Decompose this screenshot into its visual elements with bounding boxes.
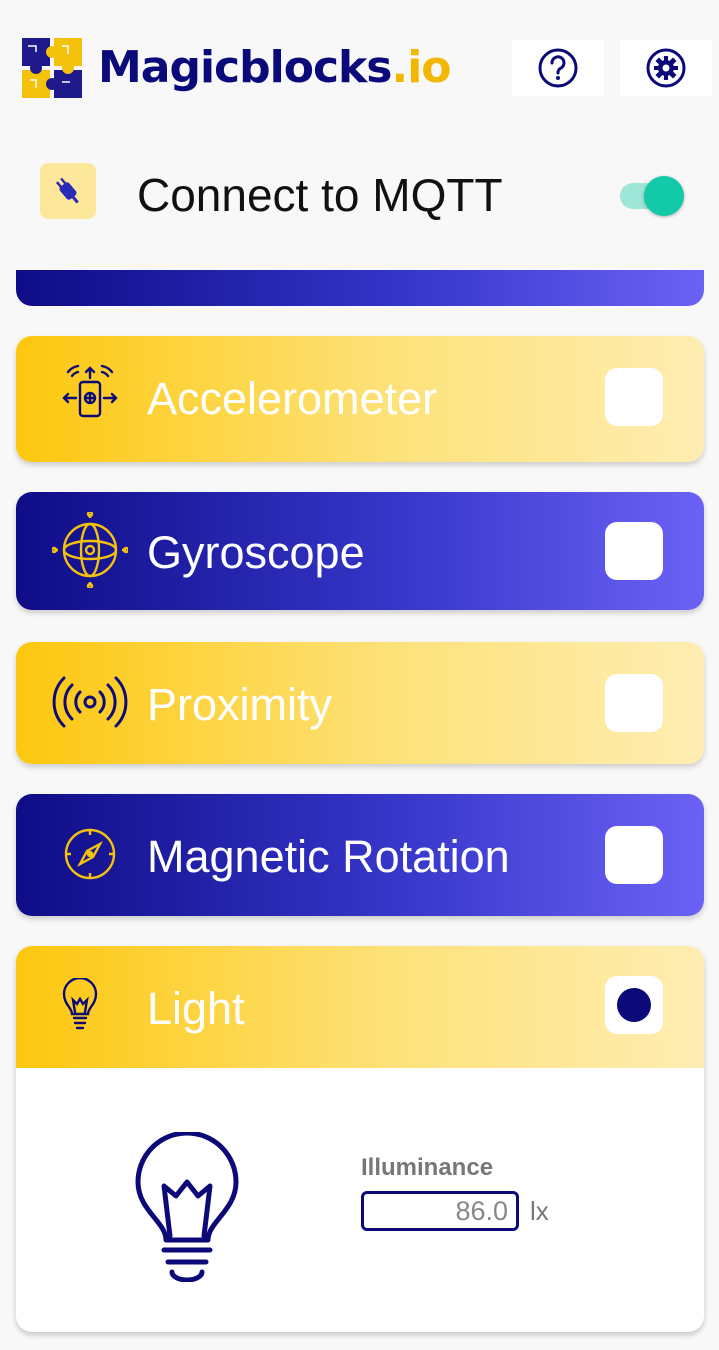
compass-icon: [50, 818, 130, 890]
help-button[interactable]: [512, 40, 604, 96]
gear-icon: [646, 48, 686, 88]
sensor-checkbox[interactable]: [605, 368, 663, 426]
partial-sensor-card: [16, 270, 704, 306]
mqtt-toggle[interactable]: [618, 176, 686, 216]
proximity-waves-icon: [50, 666, 130, 738]
phone-motion-icon: [50, 360, 130, 432]
sensor-label: Accelerometer: [147, 373, 438, 424]
illuminance-label: Illuminance: [361, 1154, 494, 1181]
lightbulb-large-icon: [135, 1132, 239, 1282]
brand-tld: .io: [391, 42, 451, 93]
sensor-card-light-header[interactable]: Light: [16, 946, 704, 1068]
sensor-card-magnetic-rotation[interactable]: Magnetic Rotation: [16, 794, 704, 916]
sensor-card-gyroscope[interactable]: Gyroscope: [16, 492, 704, 610]
lightbulb-icon: [50, 970, 110, 1042]
toggle-thumb: [644, 176, 684, 216]
sensor-label: Proximity: [147, 679, 333, 730]
settings-button[interactable]: [620, 40, 712, 96]
question-circle-icon: [538, 48, 578, 88]
illuminance-unit: lx: [530, 1196, 549, 1226]
puzzle-logo-icon: [22, 38, 82, 98]
mqtt-label: Connect to MQTT: [137, 169, 503, 221]
sensor-card-proximity[interactable]: Proximity: [16, 642, 704, 764]
checkbox-selected-dot: [617, 988, 651, 1022]
sensor-label: Magnetic Rotation: [147, 831, 510, 882]
brand-main: Magicblocks: [98, 42, 392, 93]
plug-icon: [40, 163, 96, 219]
sensor-label: Light: [147, 983, 245, 1034]
mqtt-connect-row: Connect to MQTT: [0, 150, 719, 240]
sensor-label: Gyroscope: [147, 527, 365, 578]
sensor-card-accelerometer[interactable]: Accelerometer: [16, 336, 704, 462]
brand-title: Magicblocks.io: [98, 38, 452, 98]
app-header: Magicblocks.io: [0, 0, 719, 130]
sensor-checkbox[interactable]: [605, 976, 663, 1034]
sensor-checkbox[interactable]: [605, 674, 663, 732]
sensor-card-light: Light Illuminance 86.0 lx: [16, 946, 704, 1332]
sensor-checkbox[interactable]: [605, 522, 663, 580]
sensor-checkbox[interactable]: [605, 826, 663, 884]
illuminance-value-field: 86.0: [361, 1191, 519, 1231]
gyroscope-icon: [50, 512, 130, 588]
